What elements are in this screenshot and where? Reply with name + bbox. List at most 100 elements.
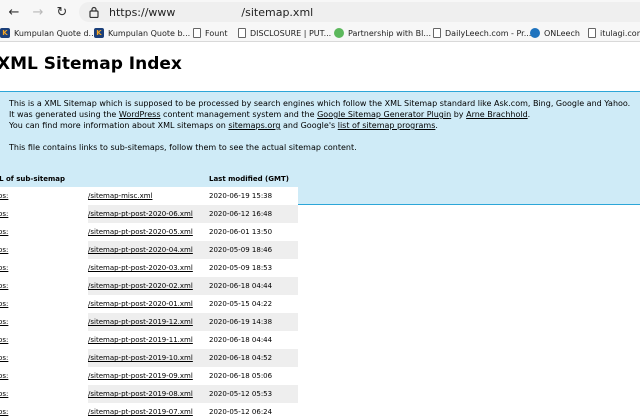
url-prefix-cell: https:: [0, 241, 88, 259]
google-sitemap-generator-link[interactable]: Google Sitemap Generator Plugin: [317, 110, 451, 119]
bookmark-label: Partnership with Bl...: [348, 28, 432, 38]
table-row: https: /sitemap-pt-post-2020-02.xml 2020-0…: [0, 277, 298, 295]
last-modified-cell: 2020-06-18 04:44: [209, 331, 298, 349]
sitemap-url-link[interactable]: /sitemap-pt-post-2019-10.xml: [88, 354, 193, 362]
last-modified-cell: 2020-06-12 16:48: [209, 205, 298, 223]
sitemap-url-prefix-link[interactable]: https:: [0, 246, 8, 254]
sitemap-url-prefix-link[interactable]: https:: [0, 300, 8, 308]
last-modified-cell: 2020-05-09 18:53: [209, 259, 298, 277]
sitemap-url-prefix-link[interactable]: https:: [0, 228, 8, 236]
reload-icon[interactable]: ↻: [54, 4, 70, 20]
kumpulan-icon: K: [0, 28, 10, 38]
url-cell: /sitemap-pt-post-2020-06.xml: [88, 205, 209, 223]
url-prefix-cell: https:: [0, 295, 88, 313]
intro-text: You can find more information about XML …: [9, 121, 229, 130]
bookmark-kumpulan-quote-d[interactable]: K Kumpulan Quote d...: [0, 27, 96, 39]
page-icon: [433, 28, 441, 38]
sitemap-url-link[interactable]: /sitemap-pt-post-2020-04.xml: [88, 246, 193, 254]
url-cell: /sitemap-pt-post-2019-10.xml: [88, 349, 209, 367]
sitemap-url-prefix-link[interactable]: https:: [0, 210, 8, 218]
table-row: https: /sitemap-pt-post-2019-09.xml 2020-0…: [0, 367, 298, 385]
last-modified-cell: 2020-05-12 05:53: [209, 385, 298, 403]
table-row: https: /sitemap-pt-post-2019-12.xml 2020-0…: [0, 313, 298, 331]
url-cell: /sitemap-pt-post-2020-01.xml: [88, 295, 209, 313]
sitemap-url-link[interactable]: /sitemap-pt-post-2019-07.xml: [88, 408, 193, 416]
last-modified-cell: 2020-05-15 04:22: [209, 295, 298, 313]
page-icon: [588, 28, 596, 38]
sitemap-url-link[interactable]: /sitemap-misc.xml: [88, 192, 152, 200]
sitemap-url-prefix-link[interactable]: https:: [0, 264, 8, 272]
sitemap-url-prefix-link[interactable]: https:: [0, 390, 8, 398]
sitemap-url-link[interactable]: /sitemap-pt-post-2019-12.xml: [88, 318, 193, 326]
sitemap-url-link[interactable]: /sitemap-pt-post-2020-01.xml: [88, 300, 193, 308]
column-header-url: URL of sub-sitemap: [0, 175, 66, 183]
intro-text: content management system and the: [160, 110, 318, 119]
sitemap-url-prefix-link[interactable]: https:: [0, 192, 8, 200]
sitemap-table-body: https: /sitemap-misc.xml 2020-06-19 15:38 h…: [0, 187, 298, 420]
address-bar[interactable]: https://www /sitemap.xml: [79, 2, 640, 22]
sitemap-url-link[interactable]: /sitemap-pt-post-2020-03.xml: [88, 264, 193, 272]
sitemap-url-link[interactable]: /sitemap-pt-post-2019-09.xml: [88, 372, 193, 380]
lock-icon: [89, 6, 99, 18]
bookmark-fount[interactable]: Fount: [193, 27, 228, 39]
table-row: https: /sitemap-pt-post-2020-05.xml 2020-0…: [0, 223, 298, 241]
sitemap-url-prefix-link[interactable]: https:: [0, 282, 8, 290]
sitemap-url-prefix-link[interactable]: https:: [0, 318, 8, 326]
bookmark-partnership[interactable]: Partnership with Bl...: [334, 27, 431, 39]
bookmark-label: Kumpulan Quote b...: [108, 28, 191, 38]
bookmark-itulagi[interactable]: itulagi.com: [588, 27, 640, 39]
bookmark-dailyleech[interactable]: DailyLeech.com - Pr...: [433, 27, 531, 39]
browser-toolbar: ← → ↻ https://www /sitemap.xml: [0, 0, 640, 24]
partnership-icon: [334, 28, 344, 38]
url-cell: /sitemap-pt-post-2019-08.xml: [88, 385, 209, 403]
bookmark-disclosure[interactable]: DISCLOSURE | PUT...: [238, 27, 331, 39]
bookmarks-bar: K Kumpulan Quote d... K Kumpulan Quote b…: [0, 24, 640, 42]
back-arrow-icon[interactable]: ←: [6, 4, 22, 20]
page-icon: [193, 28, 201, 38]
last-modified-cell: 2020-06-19 15:38: [209, 187, 298, 205]
last-modified-cell: 2020-06-18 05:06: [209, 367, 298, 385]
url-prefix-cell: https:: [0, 259, 88, 277]
intro-line-4: This file contains links to sub-sitemaps…: [9, 143, 357, 152]
last-modified-cell: 2020-05-12 06:24: [209, 403, 298, 420]
wordpress-link[interactable]: WordPress: [119, 110, 161, 119]
sitemap-url-prefix-link[interactable]: https:: [0, 354, 8, 362]
intro-line-2: It was generated using the WordPress con…: [9, 109, 640, 120]
arne-brachhold-link[interactable]: Arne Brachhold: [466, 110, 528, 119]
sitemaps-org-link[interactable]: sitemaps.org: [228, 121, 280, 130]
intro-text: by: [451, 110, 467, 119]
url-path-text: /sitemap.xml: [241, 5, 314, 19]
bookmark-label: DISCLOSURE | PUT...: [250, 28, 332, 38]
sitemap-url-link[interactable]: /sitemap-pt-post-2019-08.xml: [88, 390, 193, 398]
intro-text: .: [435, 121, 438, 130]
url-cell: /sitemap-pt-post-2019-12.xml: [88, 313, 209, 331]
sitemap-url-prefix-link[interactable]: https:: [0, 372, 8, 380]
sitemap-url-link[interactable]: /sitemap-pt-post-2020-06.xml: [88, 210, 193, 218]
sitemap-programs-link[interactable]: list of sitemap programs: [338, 121, 436, 130]
bookmark-kumpulan-quote-b[interactable]: K Kumpulan Quote b...: [94, 27, 190, 39]
page-icon: [238, 28, 246, 38]
url-cell: /sitemap-misc.xml: [88, 187, 209, 205]
last-modified-cell: 2020-05-09 18:46: [209, 241, 298, 259]
bookmark-label: Fount: [205, 28, 228, 38]
bookmark-onleech[interactable]: ONLeech: [530, 27, 580, 39]
last-modified-cell: 2020-06-18 04:52: [209, 349, 298, 367]
sitemap-url-link[interactable]: /sitemap-pt-post-2020-02.xml: [88, 282, 193, 290]
sitemap-url-prefix-link[interactable]: https:: [0, 336, 8, 344]
forward-arrow-icon[interactable]: →: [30, 4, 46, 20]
bookmark-label: itulagi.com: [600, 28, 640, 38]
bookmark-label: ONLeech: [544, 28, 580, 38]
url-prefix-cell: https:: [0, 349, 88, 367]
intro-text: .: [527, 110, 531, 119]
sitemap-url-link[interactable]: /sitemap-pt-post-2020-05.xml: [88, 228, 193, 236]
sitemap-url-prefix-link[interactable]: https:: [0, 408, 8, 416]
last-modified-cell: 2020-06-18 04:44: [209, 277, 298, 295]
intro-text: It was generated using the: [9, 110, 119, 119]
url-cell: /sitemap-pt-post-2020-04.xml: [88, 241, 209, 259]
url-prefix-cell: https:: [0, 277, 88, 295]
url-cell: /sitemap-pt-post-2020-03.xml: [88, 259, 209, 277]
column-header-spacer: [88, 171, 209, 187]
last-modified-cell: 2020-06-01 13:50: [209, 223, 298, 241]
sitemap-url-link[interactable]: /sitemap-pt-post-2019-11.xml: [88, 336, 193, 344]
table-header-row: URL of sub-sitemap Last modified (GMT): [0, 171, 298, 187]
